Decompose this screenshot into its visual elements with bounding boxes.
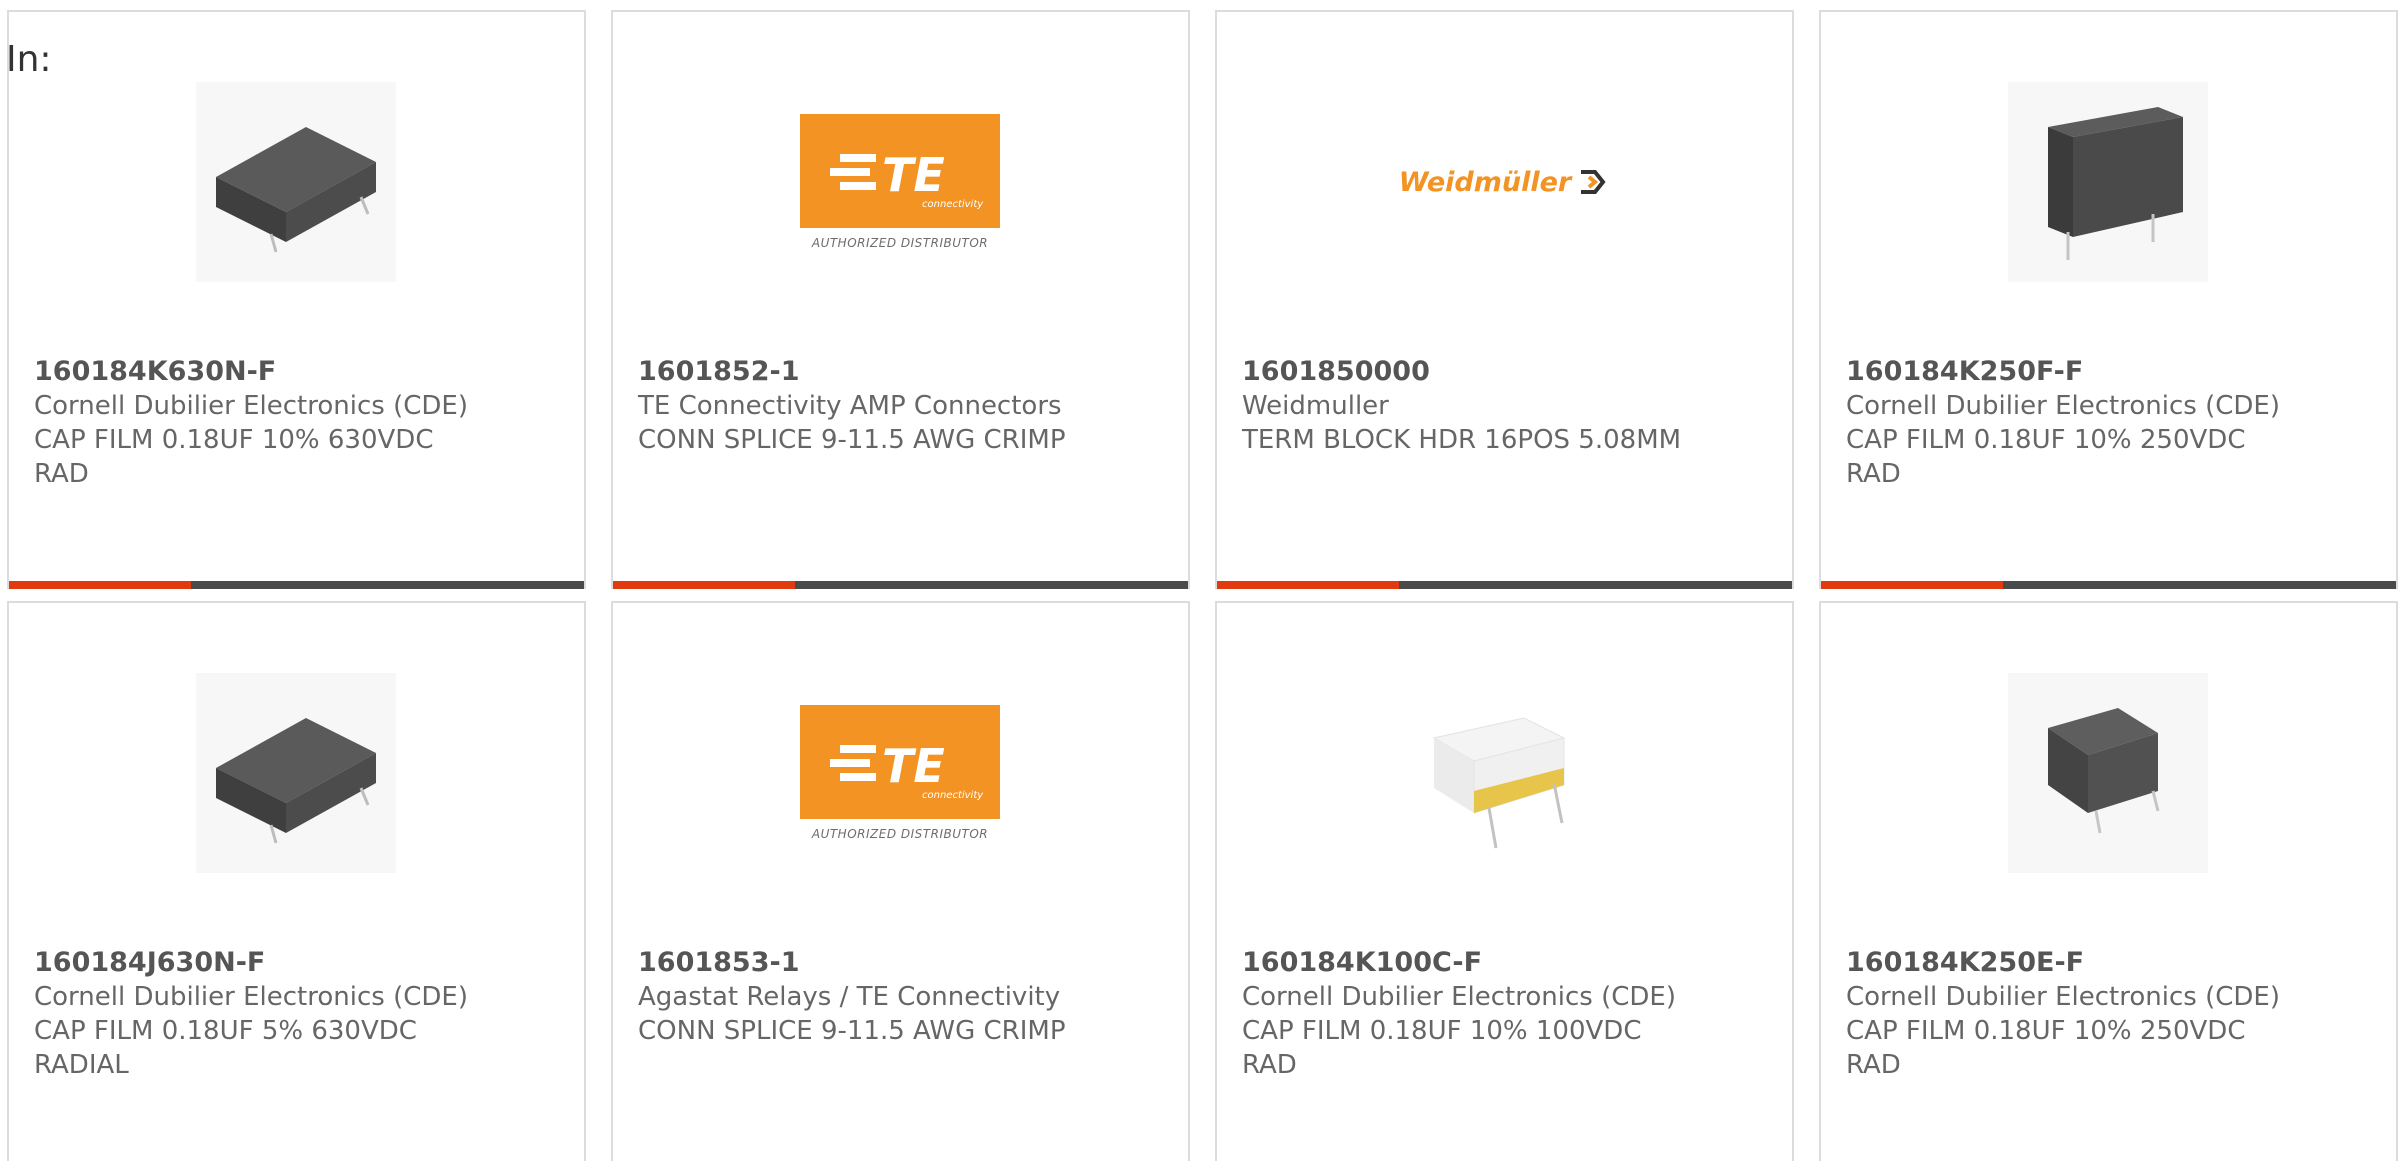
film-capacitor-black-icon (196, 82, 396, 282)
manufacturer: Weidmuller (1242, 391, 1389, 421)
product-image[interactable]: Weidmüller (1399, 82, 1606, 282)
product-grid-page: In: 160184K630N-F Cornell Dubilier Elect… (0, 0, 2400, 1161)
svg-text:connectivity: connectivity (922, 199, 984, 210)
te-mark-icon: TE connectivity (830, 739, 984, 801)
part-number[interactable]: 1601852-1 (638, 355, 1158, 389)
card-accent (9, 581, 191, 589)
manufacturer: TE Connectivity AMP Connectors (638, 391, 1062, 421)
part-number[interactable]: 160184K630N-F (34, 355, 554, 389)
film-capacitor-black-icon (196, 673, 396, 873)
svg-text:TE: TE (882, 739, 945, 793)
description-cont: RAD (1846, 1050, 1901, 1080)
manufacturer: Cornell Dubilier Electronics (CDE) (34, 982, 468, 1012)
product-card[interactable]: Weidmüller 1601850000 Weidmuller TERM BL… (1215, 10, 1794, 589)
product-card[interactable]: TE connectivity AUTHORIZED DISTRIBUTOR 1… (611, 601, 1190, 1161)
card-bottom-bar (9, 581, 584, 589)
product-card[interactable]: 160184K250F-F Cornell Dubilier Electroni… (1819, 10, 2398, 589)
part-number[interactable]: 160184K250F-F (1846, 355, 2366, 389)
card-bottom-bar (1217, 581, 1792, 589)
description: CONN SPLICE 9-11.5 AWG CRIMP (638, 425, 1066, 455)
description: CAP FILM 0.18UF 10% 630VDC (34, 425, 434, 455)
product-image[interactable]: TE connectivity AUTHORIZED DISTRIBUTOR (800, 82, 1000, 282)
description-cont: RAD (1242, 1050, 1297, 1080)
weidmuller-logo-icon: Weidmüller (1399, 167, 1609, 198)
part-number[interactable]: 160184K100C-F (1242, 946, 1762, 980)
product-card[interactable]: 160184K100C-F Cornell Dubilier Electroni… (1215, 601, 1794, 1161)
description: CAP FILM 0.18UF 10% 100VDC (1242, 1016, 1642, 1046)
manufacturer: Agastat Relays / TE Connectivity (638, 982, 1061, 1012)
product-image[interactable] (196, 673, 396, 873)
svg-text:TE: TE (882, 148, 945, 202)
card-accent (1821, 581, 2003, 589)
description-cont: RAD (1846, 459, 1901, 489)
manufacturer: Cornell Dubilier Electronics (CDE) (1846, 982, 2280, 1012)
part-number[interactable]: 160184K250E-F (1846, 946, 2366, 980)
description: CAP FILM 0.18UF 10% 250VDC (1846, 1016, 2246, 1046)
description: CONN SPLICE 9-11.5 AWG CRIMP (638, 1016, 1066, 1046)
description: CAP FILM 0.18UF 5% 630VDC (34, 1016, 417, 1046)
svg-text:connectivity: connectivity (922, 790, 984, 801)
description-cont: RAD (34, 459, 89, 489)
card-accent (613, 581, 795, 589)
description: CAP FILM 0.18UF 10% 250VDC (1846, 425, 2246, 455)
product-card[interactable]: 160184K250E-F Cornell Dubilier Electroni… (1819, 601, 2398, 1161)
te-logo-icon: TE connectivity AUTHORIZED DISTRIBUTOR (800, 114, 1000, 250)
product-image[interactable] (196, 82, 396, 282)
manufacturer: Cornell Dubilier Electronics (CDE) (34, 391, 468, 421)
product-image[interactable]: TE connectivity AUTHORIZED DISTRIBUTOR (800, 673, 1000, 873)
te-mark-icon: TE connectivity (830, 148, 984, 210)
card-bottom-bar (613, 581, 1188, 589)
part-number[interactable]: 1601850000 (1242, 355, 1762, 389)
product-card[interactable]: TE connectivity AUTHORIZED DISTRIBUTOR 1… (611, 10, 1190, 589)
product-image[interactable] (1404, 673, 1604, 873)
manufacturer: Cornell Dubilier Electronics (CDE) (1242, 982, 1676, 1012)
part-number[interactable]: 1601853-1 (638, 946, 1158, 980)
product-image[interactable] (2008, 673, 2208, 873)
product-card[interactable]: 160184K630N-F Cornell Dubilier Electroni… (7, 10, 586, 589)
description: TERM BLOCK HDR 16POS 5.08MM (1242, 425, 1682, 455)
weidmuller-mark-icon (1581, 170, 1606, 194)
film-capacitor-small-icon (2008, 673, 2208, 873)
in-label: In: (6, 39, 52, 80)
product-grid: 160184K630N-F Cornell Dubilier Electroni… (7, 10, 2398, 1161)
description-cont: RADIAL (34, 1050, 129, 1080)
film-capacitor-tall-icon (2008, 82, 2208, 282)
part-number[interactable]: 160184J630N-F (34, 946, 554, 980)
manufacturer: Cornell Dubilier Electronics (CDE) (1846, 391, 2280, 421)
card-accent (1217, 581, 1399, 589)
card-bottom-bar (1821, 581, 2396, 589)
te-logo-icon: TE connectivity AUTHORIZED DISTRIBUTOR (800, 705, 1000, 841)
film-capacitor-white-icon (1404, 673, 1604, 873)
product-image[interactable] (2008, 82, 2208, 282)
product-card[interactable]: 160184J630N-F Cornell Dubilier Electroni… (7, 601, 586, 1161)
